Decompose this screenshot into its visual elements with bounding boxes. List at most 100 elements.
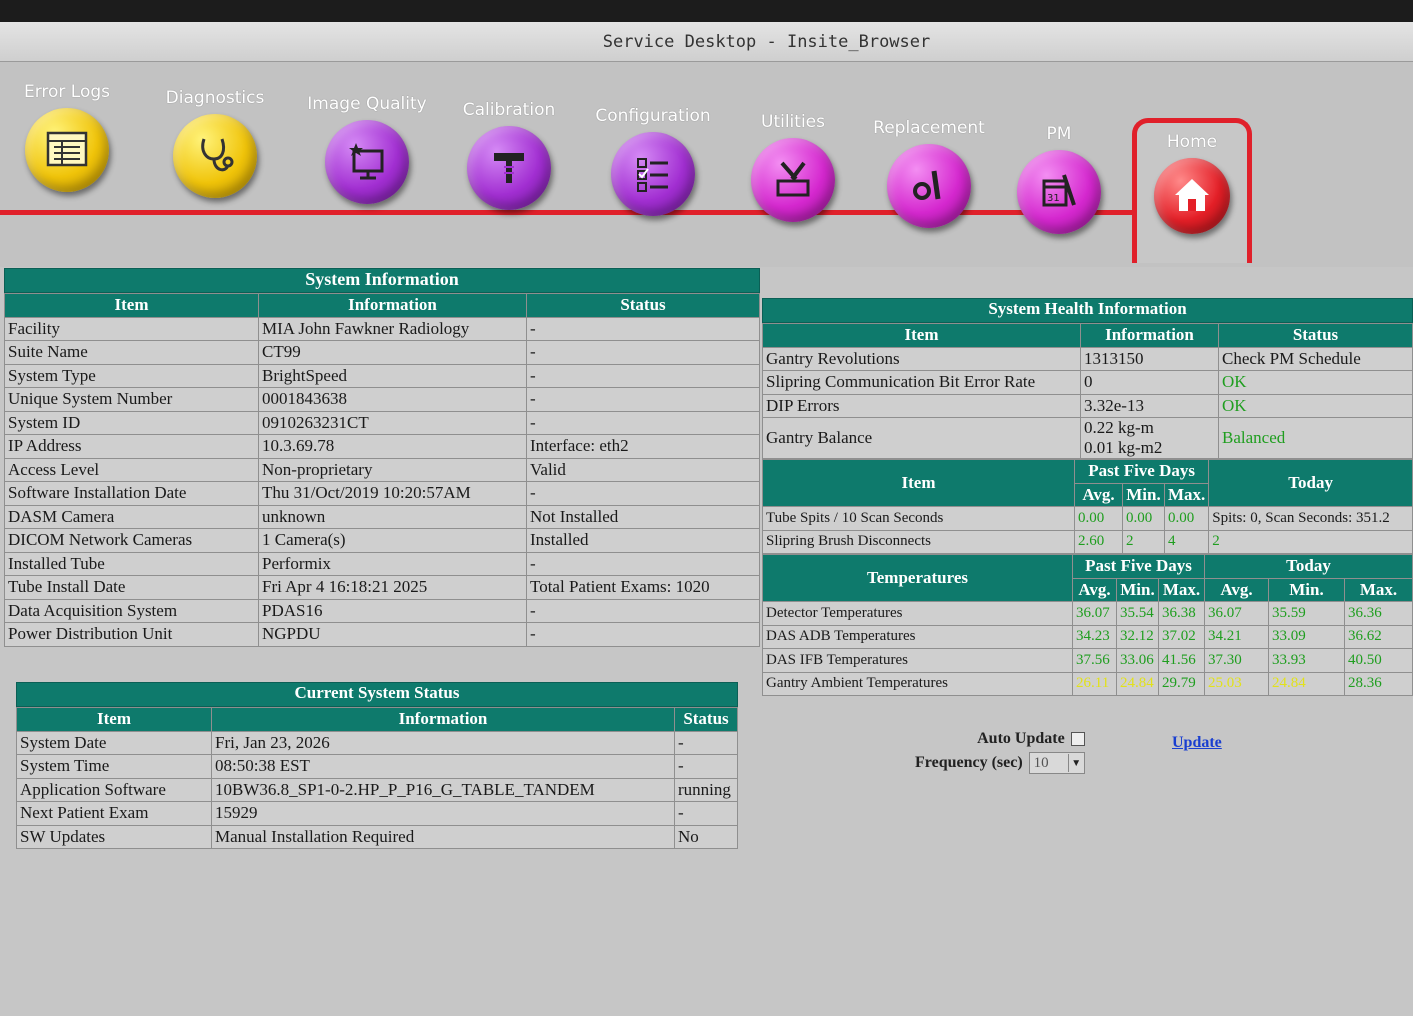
image-quality-icon[interactable] <box>325 120 409 204</box>
toolbar-configuration[interactable]: Configuration <box>588 106 718 216</box>
cell-min: 33.06 <box>1116 648 1159 673</box>
table-row: DICOM Network Cameras 1 Camera(s) Installe… <box>4 528 760 553</box>
cell-item: Detector Temperatures <box>762 601 1073 626</box>
col-status: Status <box>526 293 760 318</box>
cell-status: OK <box>1218 370 1413 395</box>
cell-max: 4 <box>1163 529 1210 554</box>
col-past-five-days: Past Five Days <box>1073 459 1210 484</box>
cell-today-min: 33.09 <box>1268 624 1345 649</box>
home-icon[interactable] <box>1154 158 1230 234</box>
cell-item: System Type <box>4 363 259 388</box>
table-row: Access Level Non-proprietary Valid <box>4 457 760 482</box>
col-information: Information <box>1080 323 1219 348</box>
cell-item: IP Address <box>4 434 259 459</box>
col-max: Max. <box>1163 482 1210 507</box>
info-line: 0 <box>1084 372 1093 392</box>
col-min: Min. <box>1116 577 1159 602</box>
cell-status: - <box>674 730 738 755</box>
cell-information: Fri, Jan 23, 2026 <box>211 730 675 755</box>
window-title: Service Desktop - Insite_Browser <box>602 31 931 52</box>
toolbar-home[interactable]: Home <box>1127 132 1257 234</box>
cell-information: Manual Installation Required <box>211 824 675 849</box>
cell-today-max: 36.62 <box>1344 624 1413 649</box>
cell-item: System ID <box>4 410 259 435</box>
cell-status: - <box>526 363 760 388</box>
frequency-select[interactable]: 10 ▼ <box>1028 752 1085 774</box>
toolbar-label: Error Logs <box>23 82 111 102</box>
cell-min: 35.54 <box>1116 601 1159 626</box>
cell-status: - <box>526 622 760 647</box>
info-line: 0.01 kg-m2 <box>1084 438 1163 457</box>
cell-item: DIP Errors <box>762 393 1081 418</box>
svg-text:31: 31 <box>1047 193 1060 204</box>
toolbar-image-quality[interactable]: Image Quality <box>302 94 432 204</box>
cell-avg: 36.07 <box>1072 601 1117 626</box>
toolbar-label: Utilities <box>761 112 825 132</box>
toolbar-label: Diagnostics <box>165 88 265 108</box>
col-avg: Avg. <box>1074 482 1123 507</box>
current-status-title: Current System Status <box>16 682 738 707</box>
cell-avg: 34.23 <box>1072 624 1117 649</box>
table-row: Next Patient Exam 15929- <box>16 801 738 826</box>
cell-item: Slipring Brush Disconnects <box>762 529 1075 554</box>
toolbar-label: Home <box>1166 132 1218 152</box>
col-item: Item <box>762 323 1081 348</box>
col-today: Today <box>1208 459 1413 507</box>
frequency-value: 10 <box>1033 754 1049 771</box>
cell-today-min: 33.93 <box>1268 648 1345 673</box>
cell-status: Not Installed <box>526 504 760 529</box>
cell-today: Spits: 0, Scan Seconds: 351.2 <box>1208 506 1413 531</box>
update-link[interactable]: Update <box>1172 734 1222 752</box>
cell-today-avg: 37.30 <box>1204 648 1269 673</box>
chevron-down-icon[interactable]: ▼ <box>1067 754 1084 772</box>
table-row: DAS IFB Temperatures 37.56 33.06 41.56 37.30… <box>762 648 1413 673</box>
cell-status: running <box>674 777 738 802</box>
monitor-bezel <box>0 0 1413 22</box>
cell-status: - <box>526 316 760 341</box>
auto-update-checkbox[interactable] <box>1070 732 1085 746</box>
cell-item: DAS IFB Temperatures <box>762 648 1073 673</box>
cell-max: 36.38 <box>1158 601 1205 626</box>
error-logs-icon[interactable] <box>25 108 109 192</box>
table-row: Gantry Balance 0.22 kg-m 0.01 kg-m2 Balance… <box>762 417 1413 459</box>
cell-today-max: 40.50 <box>1344 648 1413 673</box>
cell-information: 3.32e-13 <box>1080 393 1219 418</box>
cell-status: - <box>674 801 738 826</box>
toolbar-pm[interactable]: PM 31 <box>994 124 1124 234</box>
cell-today-avg: 36.07 <box>1204 601 1269 626</box>
cell-status: No <box>674 824 738 849</box>
toolbar-error-logs[interactable]: Error Logs <box>2 82 132 192</box>
cell-status: Total Patient Exams: 1020 <box>526 575 760 600</box>
cell-max: 0.00 <box>1163 506 1210 531</box>
cell-item: Gantry Revolutions <box>762 346 1081 371</box>
cell-status: Check PM Schedule <box>1218 346 1413 371</box>
col-item: Item <box>4 293 259 318</box>
cell-avg: 2.60 <box>1074 529 1123 554</box>
cell-today-avg: 34.21 <box>1204 624 1269 649</box>
toolbar-replacement[interactable]: Replacement <box>864 118 994 228</box>
cell-information: CT99 <box>258 340 527 365</box>
toolbar-diagnostics[interactable]: Diagnostics <box>150 88 280 198</box>
frequency-label: Frequency (sec) <box>915 754 1023 771</box>
table-row: DAS ADB Temperatures 34.23 32.12 37.02 34.21… <box>762 624 1413 649</box>
replacement-icon[interactable] <box>887 144 971 228</box>
cell-information: BrightSpeed <box>258 363 527 388</box>
calibration-icon[interactable] <box>467 126 551 210</box>
cell-max: 37.02 <box>1158 624 1205 649</box>
configuration-icon[interactable] <box>611 132 695 216</box>
spits-table: Item Past Five Days Today Avg. Min. Max.… <box>762 459 1413 554</box>
pm-icon[interactable]: 31 <box>1017 150 1101 234</box>
service-desktop: Error Logs Diagnostics Image Quality Cal… <box>0 62 1413 1016</box>
utilities-icon[interactable] <box>751 138 835 222</box>
col-item: Item <box>16 707 212 732</box>
toolbar-calibration[interactable]: Calibration <box>444 100 574 210</box>
cell-avg: 26.11 <box>1072 671 1117 696</box>
col-status: Status <box>1218 323 1413 348</box>
stethoscope-icon[interactable] <box>173 114 257 198</box>
toolbar-utilities[interactable]: Utilities <box>728 112 858 222</box>
cell-status: - <box>674 754 738 779</box>
table-row: IP Address 10.3.69.78 Interface: eth2 <box>4 434 760 459</box>
health-table: Item Information Status Gantry Revolutio… <box>762 323 1413 459</box>
cell-information: Fri Apr 4 16:18:21 2025 <box>258 575 527 600</box>
table-row: Detector Temperatures 36.07 35.54 36.38 36.0… <box>762 601 1413 626</box>
